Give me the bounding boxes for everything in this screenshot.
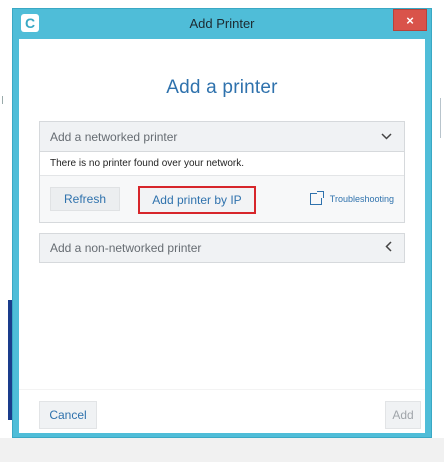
footer-divider [19, 389, 425, 390]
no-printer-message: There is no printer found over your netw… [40, 152, 404, 176]
non-networked-printer-header[interactable]: Add a non-networked printer [39, 233, 405, 263]
troubleshooting-label: Troubleshooting [329, 194, 394, 204]
background-mark [2, 96, 8, 104]
networked-printer-actions: Refresh Add printer by IP Troubleshootin… [40, 176, 404, 222]
page-title: Add a printer [166, 77, 278, 98]
add-button[interactable]: Add [385, 401, 421, 429]
non-networked-printer-label: Add a non-networked printer [50, 241, 202, 255]
troubleshooting-link[interactable]: Troubleshooting [309, 187, 394, 211]
networked-printer-section: Add a networked printer There is no prin… [39, 121, 405, 223]
dialog-content: Add a printer Add a networked printer Th… [19, 39, 425, 433]
close-button[interactable]: × [393, 9, 427, 31]
add-printer-dialog: C Add Printer × Add a printer Add a netw… [12, 8, 432, 438]
window-title: Add Printer [189, 16, 255, 31]
chevron-down-icon[interactable] [381, 122, 392, 152]
networked-printer-label: Add a networked printer [50, 130, 178, 144]
title-bar[interactable]: C Add Printer × [13, 9, 431, 39]
background-bottom [0, 438, 444, 462]
external-link-icon [309, 190, 324, 205]
background-right [432, 0, 444, 462]
cancel-button[interactable]: Cancel [39, 401, 97, 429]
background-mark [437, 98, 441, 138]
chevron-left-icon[interactable] [385, 234, 392, 262]
add-printer-by-ip-button[interactable]: Add printer by IP [138, 186, 256, 214]
networked-printer-header[interactable]: Add a networked printer [40, 122, 404, 152]
background-left [0, 0, 12, 462]
refresh-button[interactable]: Refresh [50, 187, 120, 211]
